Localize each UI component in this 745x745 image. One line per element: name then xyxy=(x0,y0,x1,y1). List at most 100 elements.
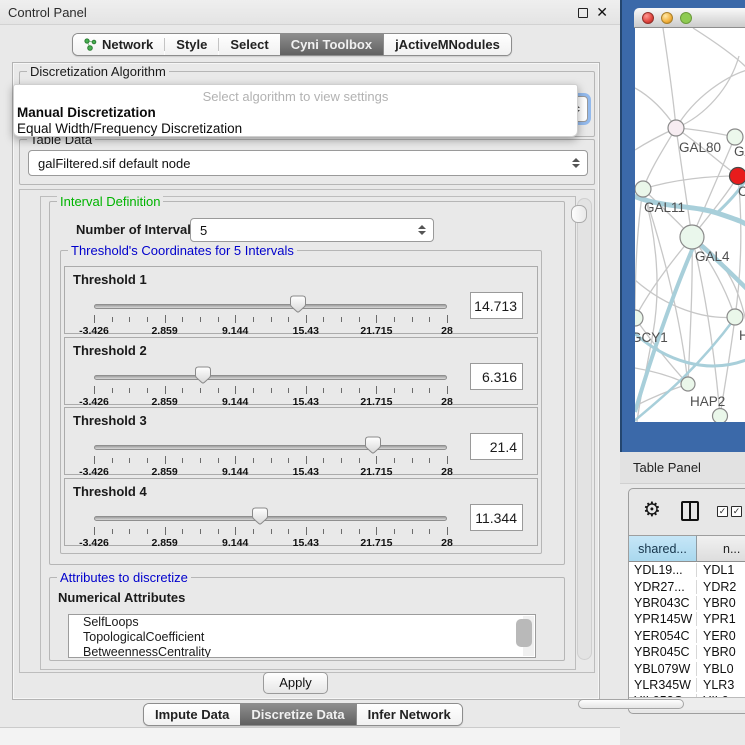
slider-tick-label: 15.43 xyxy=(293,537,319,549)
zoom-traffic-light-icon[interactable] xyxy=(680,12,692,24)
slider-thumb[interactable] xyxy=(195,366,211,384)
network-node-ga[interactable] xyxy=(727,129,743,145)
tab-style[interactable]: Style xyxy=(165,34,218,55)
list-scrollbar[interactable] xyxy=(523,616,534,656)
tab-discretize-data[interactable]: Discretize Data xyxy=(240,704,355,725)
network-canvas[interactable]: GAL80GACGAL11GAL4GCY1HHAP2 xyxy=(635,28,745,422)
network-edge[interactable] xyxy=(635,237,692,318)
network-node-gal11[interactable] xyxy=(635,181,651,197)
slider-tick-label: 28 xyxy=(441,325,453,337)
column-header-shared-name[interactable]: shared... xyxy=(629,535,697,562)
tab-infer-network[interactable]: Infer Network xyxy=(356,704,462,725)
slider-tick-label: 9.144 xyxy=(222,396,248,408)
attribute-list-item[interactable]: BetweennessCentrality xyxy=(69,645,535,658)
apply-button[interactable]: Apply xyxy=(263,672,328,694)
slider-tick-label: 15.43 xyxy=(293,466,319,478)
threshold-slider[interactable]: -3.4262.8599.14415.4321.71528 xyxy=(94,294,447,334)
network-edge[interactable] xyxy=(676,128,735,137)
table-row[interactable]: YLR345WYLR3 xyxy=(629,677,745,693)
network-node-gal80[interactable] xyxy=(668,120,684,136)
threshold-slider[interactable]: -3.4262.8599.14415.4321.71528 xyxy=(94,365,447,405)
network-edge[interactable] xyxy=(676,70,745,128)
threshold-value-field[interactable]: 14.713 xyxy=(470,292,523,319)
slider-tick-label: 9.144 xyxy=(222,325,248,337)
attribute-list-item[interactable]: TopologicalCoefficient xyxy=(69,630,535,645)
slider-tick-label: 28 xyxy=(441,466,453,478)
slider-tick-label: 28 xyxy=(441,396,453,408)
table-row[interactable]: YDR27...YDR2 xyxy=(629,578,745,594)
table-row[interactable]: YER054CYER0 xyxy=(629,628,745,644)
table-data-combobox[interactable]: galFiltered.sif default node xyxy=(28,150,588,176)
network-edge[interactable] xyxy=(643,128,676,189)
network-node-hap2[interactable] xyxy=(681,377,695,391)
top-tab-bar: Network Style SelectCyni Toolbox jActiveMNo… xyxy=(72,33,512,56)
minimize-traffic-light-icon[interactable] xyxy=(661,12,673,24)
tab-impute-data[interactable]: Impute Data xyxy=(144,704,240,725)
network-edge[interactable] xyxy=(635,189,643,318)
cyni-toolbox-content: Discretization Algorithm Table Data galF… xyxy=(12,62,600,700)
network-node-gcy1[interactable] xyxy=(635,310,643,326)
slider-thumb[interactable] xyxy=(252,507,268,525)
dropdown-placeholder[interactable]: Select algorithm to view settings xyxy=(14,89,577,104)
table-row[interactable]: YBL079WYBL0 xyxy=(629,660,745,676)
table-row[interactable]: YBR045CYBR0 xyxy=(629,644,745,660)
bottom-strip xyxy=(0,727,620,745)
network-graph: GAL80GACGAL11GAL4GCY1HHAP2 xyxy=(635,28,745,422)
float-window-icon[interactable] xyxy=(578,8,588,18)
network-node-gal4[interactable] xyxy=(680,225,704,249)
network-node[interactable] xyxy=(713,409,728,423)
close-icon[interactable]: ✕ xyxy=(596,4,608,20)
network-node-c[interactable] xyxy=(730,168,745,185)
tab-label: jActiveMNodules xyxy=(395,37,500,52)
slider-thumb[interactable] xyxy=(290,295,306,313)
dropdown-option-equal-width[interactable]: Equal Width/Frequency Discretization xyxy=(17,121,242,136)
tab-network[interactable]: Network xyxy=(73,34,164,55)
network-edge[interactable] xyxy=(635,280,735,317)
thresholds-group-title: Threshold's Coordinates for 5 Intervals xyxy=(68,243,297,258)
network-edge[interactable] xyxy=(643,176,738,189)
tab-select[interactable]: Select xyxy=(219,34,279,55)
slider-thumb[interactable] xyxy=(365,436,381,454)
network-view-window[interactable]: GAL80GACGAL11GAL4GCY1HHAP2 xyxy=(620,0,745,452)
screen: Control Panel ✕ NetworkStyleSelectCyni T… xyxy=(0,0,745,745)
control-panel: Control Panel ✕ NetworkStyleSelectCyni T… xyxy=(0,0,620,745)
slider-tick-label: 9.144 xyxy=(222,466,248,478)
cell-shared-name: YBR045C xyxy=(629,645,697,659)
tab-cyni-toolbox[interactable]: Cyni Toolbox xyxy=(280,34,383,55)
threshold-slider[interactable]: -3.4262.8599.14415.4321.71528 xyxy=(94,506,447,546)
table-row[interactable]: YBR043CYBR0 xyxy=(629,595,745,611)
close-traffic-light-icon[interactable] xyxy=(642,12,654,24)
cell-name: YER0 xyxy=(697,629,745,643)
cell-shared-name: YDL19... xyxy=(629,563,697,577)
column-header-name[interactable]: n... xyxy=(697,535,745,562)
threshold-label: Threshold 1 xyxy=(73,272,147,287)
split-columns-icon[interactable] xyxy=(681,501,699,521)
numerical-attributes-list[interactable]: SelfLoopsTopologicalCoefficientBetweenne… xyxy=(68,614,536,658)
tab-label: Style xyxy=(176,37,207,52)
number-of-intervals-value: 5 xyxy=(200,223,207,238)
table-row[interactable]: YDL19...YDL1 xyxy=(629,562,745,578)
checkbox-icon[interactable]: ✓ xyxy=(731,506,742,517)
gear-icon[interactable]: ⚙ xyxy=(643,497,661,521)
threshold-value-field[interactable]: 6.316 xyxy=(470,363,523,390)
table-horizontal-scrollbar[interactable] xyxy=(629,697,745,710)
tab-jactivemnodules[interactable]: jActiveMNodules xyxy=(383,34,511,55)
algorithm-dropdown-popup: Select algorithm to view settings Manual… xyxy=(13,84,578,137)
network-node-h[interactable] xyxy=(727,309,743,325)
table-panel: ⚙ ✓ ✓ shared... n... YDL19...YDL1YDR27..… xyxy=(628,488,745,714)
interval-definition-group: Interval Definition Number of Intervals … xyxy=(49,201,565,565)
number-of-intervals-spinner[interactable]: 5 xyxy=(190,218,434,242)
table-row[interactable]: YPR145WYPR1 xyxy=(629,611,745,627)
attribute-list-item[interactable]: SelfLoops xyxy=(69,615,535,630)
checkbox-icon[interactable]: ✓ xyxy=(717,506,728,517)
settings-vertical-scrollbar[interactable] xyxy=(577,198,592,660)
threshold-value-field[interactable]: 11.344 xyxy=(470,504,523,531)
network-node-label: HAP2 xyxy=(690,394,725,409)
cell-name: YBL0 xyxy=(697,662,745,676)
threshold-panel-4: Threshold 4-3.4262.8599.14415.4321.71528… xyxy=(64,478,538,546)
cell-shared-name: YER054C xyxy=(629,629,697,643)
dropdown-option-manual[interactable]: Manual Discretization xyxy=(17,105,156,120)
threshold-slider[interactable]: -3.4262.8599.14415.4321.71528 xyxy=(94,435,447,475)
threshold-value-field[interactable]: 21.4 xyxy=(470,433,523,460)
network-node-label: GA xyxy=(734,144,745,159)
